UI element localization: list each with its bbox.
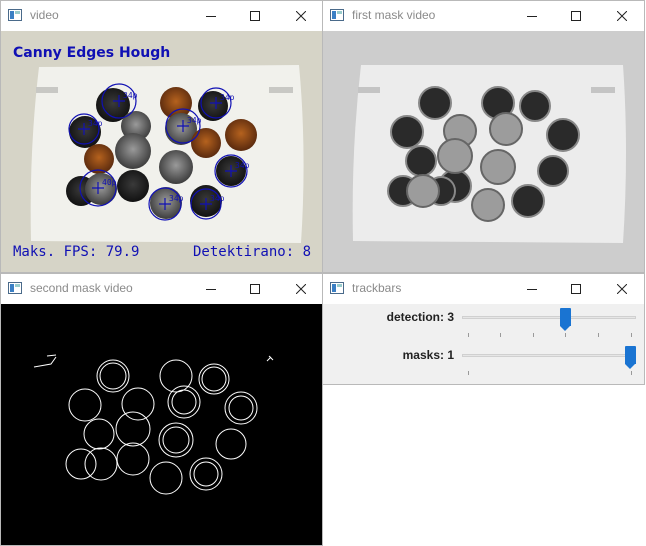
maximize-icon [571,11,581,21]
close-button[interactable] [599,274,644,304]
first-mask-window: first mask video [322,0,645,273]
masks-trackbar[interactable]: masks: 1 [323,345,644,384]
second-mask-canvas [1,304,322,545]
minimize-icon [206,289,216,290]
video-window: video Canny Edges Hough 34p 34p 34p 34p … [0,0,323,273]
circle-label: 34p [88,119,103,128]
minimize-button[interactable] [509,1,555,31]
edge-frame [1,304,322,545]
trackbars-title: trackbars [352,281,402,295]
first-mask-canvas [323,31,644,272]
circle-label: 34p [235,161,250,170]
masks-track[interactable] [462,354,636,357]
maximize-button[interactable] [553,274,599,304]
minimize-button[interactable] [509,274,555,304]
circle-label: 34p [187,116,202,125]
video-titlebar[interactable]: video [1,1,322,31]
fps-readout: Maks. FPS: 79.9 [13,244,140,260]
detection-thumb[interactable] [559,308,571,331]
app-icon [8,282,22,294]
close-icon [296,284,306,294]
app-icon [330,282,344,294]
trackbar-tick [467,333,469,337]
first-mask-title: first mask video [352,8,436,22]
close-button[interactable] [278,1,322,31]
maximize-icon [250,11,260,21]
maximize-button[interactable] [232,274,278,304]
trackbars-titlebar[interactable]: trackbars [323,274,644,304]
close-icon [296,11,306,21]
second-mask-window: second mask video [0,273,323,546]
trackbar-tick [597,333,599,337]
close-button[interactable] [278,274,322,304]
maximize-icon [571,284,581,294]
trackbars-window: trackbars detection: 3 masks: 1 [322,273,645,385]
masks-label: masks: 1 [402,348,454,362]
maximize-icon [250,284,260,294]
masks-thumb[interactable] [625,346,636,369]
close-button[interactable] [599,1,644,31]
app-icon [330,9,344,21]
detection-label: detection: 3 [386,310,454,324]
trackbars-panel: detection: 3 masks: 1 [323,304,644,384]
detected-count: Detektirano: 8 [193,244,312,260]
maximize-button[interactable] [232,1,278,31]
video-title: video [30,8,59,22]
circle-label: 34p [123,91,138,100]
second-mask-titlebar[interactable]: second mask video [1,274,322,304]
minimize-icon [206,16,216,17]
minimize-icon [527,16,537,17]
detection-track[interactable] [462,316,636,319]
trackbar-tick [565,333,567,337]
app-icon [8,9,22,21]
minimize-button[interactable] [188,1,234,31]
maximize-button[interactable] [553,1,599,31]
video-heading: Canny Edges Hough [13,45,171,61]
close-icon [617,11,627,21]
grayscale-frame [323,31,644,272]
minimize-icon [527,289,537,290]
first-mask-titlebar[interactable]: first mask video [323,1,644,31]
detection-trackbar[interactable]: detection: 3 [323,307,644,347]
trackbar-tick [630,333,632,337]
trackbar-tick [467,371,469,375]
circle-label: 40p [102,178,117,187]
trackbar-tick [630,371,632,375]
trackbar-tick [500,333,502,337]
circle-label: 34p [210,194,225,203]
video-canvas: Canny Edges Hough 34p 34p 34p 34p 34p 40… [1,31,322,272]
trackbar-tick [532,333,534,337]
close-icon [617,284,627,294]
circle-label: 34p [169,194,184,203]
video-frame [1,31,322,272]
minimize-button[interactable] [188,274,234,304]
circle-label: 34p [220,93,235,102]
second-mask-title: second mask video [30,281,133,295]
